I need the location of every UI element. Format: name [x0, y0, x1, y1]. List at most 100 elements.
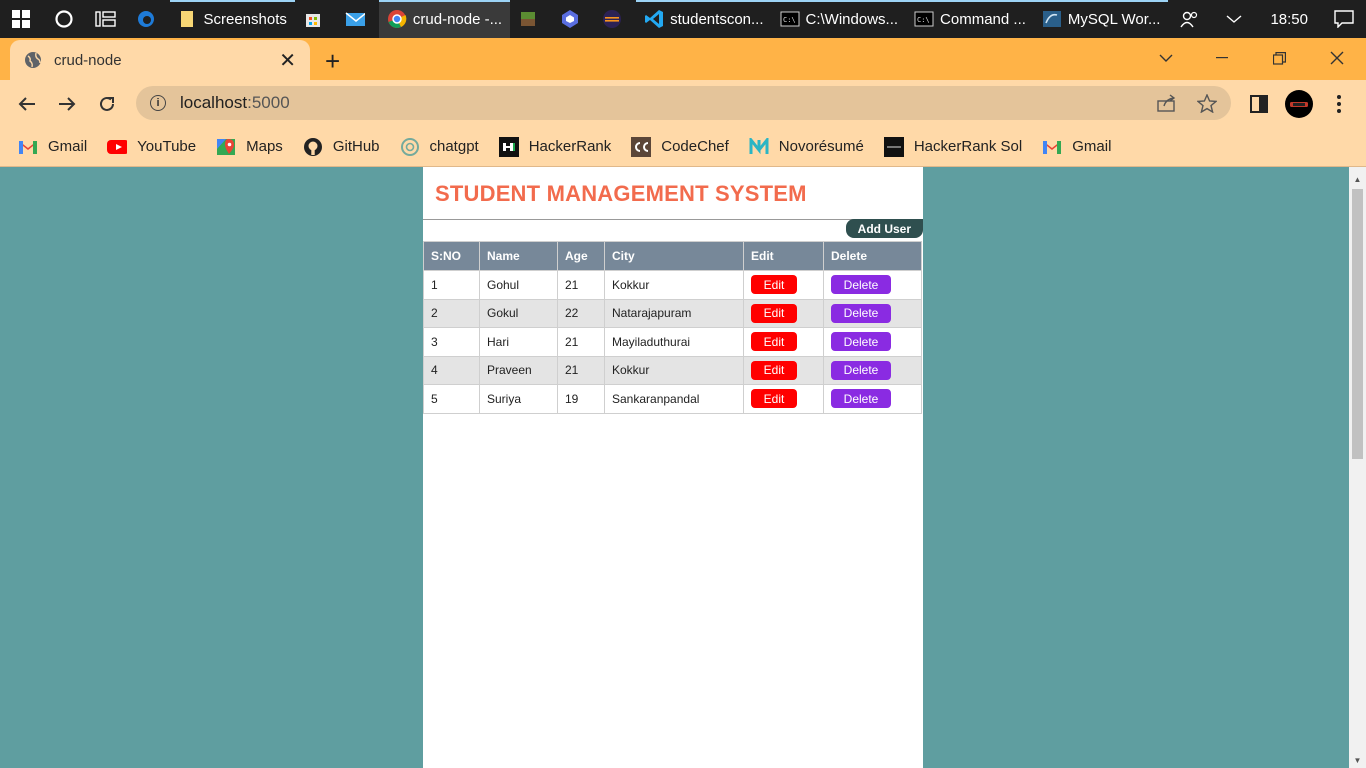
cell-age: 21 — [557, 355, 605, 385]
taskbar-app-label: Screenshots — [203, 10, 287, 28]
taskbar-app-minecraft[interactable] — [510, 0, 552, 38]
delete-button[interactable]: Delete — [831, 360, 891, 380]
bookmark-chatgpt[interactable]: chatgpt — [400, 137, 479, 157]
edit-button[interactable]: Edit — [751, 360, 797, 380]
bookmark-hackerrank-sol[interactable]: HackerRank Sol — [883, 136, 1023, 157]
bookmark-gmail[interactable]: Gmail — [18, 137, 87, 157]
taskbar-app-command[interactable]: C:\ Command ... — [906, 0, 1034, 38]
mysql-icon — [1042, 9, 1062, 29]
restore-button[interactable] — [1251, 38, 1307, 78]
bookmark-youtube[interactable]: YouTube — [107, 137, 196, 157]
bookmark-label: HackerRank — [528, 138, 612, 155]
cell-city: Natarajapuram — [604, 298, 744, 328]
reload-button[interactable] — [87, 84, 127, 124]
bookmark-novoresume[interactable]: Novorésumé — [749, 137, 864, 157]
bookmark-star-icon[interactable] — [1197, 93, 1217, 113]
cell-edit: Edit — [743, 384, 824, 414]
edit-button[interactable]: Edit — [751, 275, 797, 295]
scrollbar-thumb[interactable] — [1352, 189, 1363, 459]
tab-search-button[interactable] — [1138, 38, 1194, 78]
task-view-icon — [95, 11, 116, 27]
edit-button[interactable]: Edit — [751, 332, 797, 352]
cell-city: Kokkur — [604, 355, 744, 385]
cell-sno: 3 — [423, 327, 480, 357]
people-button[interactable] — [1168, 0, 1212, 38]
forward-button[interactable] — [47, 84, 87, 124]
back-button[interactable] — [7, 84, 47, 124]
url-host: localhost — [180, 93, 248, 112]
cell-name: Hari — [479, 327, 558, 357]
bookmark-label: Maps — [246, 138, 283, 155]
column-header-delete: Delete — [823, 241, 922, 271]
chrome-menu-button[interactable] — [1319, 84, 1359, 124]
scroll-down-arrow-icon[interactable]: ▼ — [1349, 752, 1366, 768]
bookmark-label: YouTube — [137, 138, 197, 155]
cell-delete: Delete — [823, 384, 922, 414]
chrome-icon — [387, 9, 407, 29]
taskbar-app-edge[interactable] — [128, 0, 170, 38]
edit-button[interactable]: Edit — [751, 303, 797, 323]
delete-button[interactable]: Delete — [831, 303, 891, 323]
share-icon[interactable] — [1157, 93, 1177, 112]
add-user-button[interactable]: Add User — [845, 219, 923, 238]
site-info-icon[interactable]: i — [150, 95, 166, 111]
back-arrow-icon — [18, 96, 35, 111]
scroll-up-arrow-icon[interactable]: ▲ — [1349, 171, 1366, 187]
task-view-button[interactable] — [85, 0, 128, 38]
vscode-icon — [644, 9, 664, 29]
delete-button[interactable]: Delete — [831, 275, 891, 295]
minimize-button[interactable] — [1194, 38, 1250, 78]
column-header-city: City — [604, 241, 744, 271]
table-row: 4 Praveen 21 Kokkur Edit Delete — [423, 355, 922, 385]
bookmark-codechef[interactable]: CodeChef — [631, 136, 729, 157]
taskbar-app-label: C:\Windows... — [805, 10, 899, 28]
cell-delete: Delete — [823, 327, 922, 357]
bookmark-label: HackerRank Sol — [913, 138, 1023, 155]
cortana-button[interactable] — [43, 0, 86, 38]
bookmark-gmail-2[interactable]: Gmail — [1042, 137, 1111, 157]
bookmark-github[interactable]: GitHub — [303, 137, 380, 157]
taskbar-app-mysql[interactable]: MySQL Wor... — [1033, 0, 1169, 38]
taskbar-app-store[interactable] — [295, 0, 337, 38]
reload-icon — [100, 96, 114, 111]
taskbar-app-screenshots[interactable]: Screenshots — [169, 0, 296, 38]
delete-button[interactable]: Delete — [831, 332, 891, 352]
table-row: 2 Gokul 22 Natarajapuram Edit Delete — [423, 298, 922, 328]
bookmark-hackerrank[interactable]: HackerRank — [498, 136, 612, 157]
side-panel-button[interactable] — [1239, 84, 1279, 124]
hackerrank-sol-icon — [883, 136, 904, 157]
cell-age: 21 — [557, 270, 605, 300]
app-icon — [560, 9, 580, 29]
taskbar-app-chrome[interactable]: crud-node -... — [378, 0, 511, 38]
new-tab-button[interactable]: + — [325, 46, 340, 77]
bookmark-label: GitHub — [332, 138, 380, 155]
svg-text:C:\: C:\ — [783, 16, 796, 24]
edit-button[interactable]: Edit — [751, 389, 797, 409]
browser-tab[interactable]: crud-node ✕ — [10, 40, 310, 80]
bookmark-maps[interactable]: Maps — [216, 137, 283, 157]
close-window-button[interactable] — [1309, 38, 1365, 78]
taskbar-app-eclipse[interactable] — [594, 0, 636, 38]
page-scrollbar[interactable]: ▲ ▼ — [1349, 167, 1366, 768]
taskbar-clock[interactable]: 18:50 — [1256, 11, 1322, 28]
taskbar-app-mail[interactable] — [337, 0, 379, 38]
column-header-name: Name — [479, 241, 558, 271]
eclipse-icon — [602, 9, 622, 29]
show-hidden-icons-button[interactable] — [1212, 0, 1256, 38]
novoresume-icon — [749, 137, 769, 157]
address-bar[interactable]: i localhost:5000 — [136, 86, 1231, 120]
start-button[interactable] — [0, 0, 43, 38]
avatar — [1285, 89, 1313, 118]
profile-button[interactable] — [1279, 84, 1319, 124]
column-header-sno: S:NO — [423, 241, 480, 271]
taskbar-app-vscode[interactable]: studentscon... — [636, 0, 772, 38]
action-center-button[interactable] — [1322, 0, 1366, 38]
globe-icon — [25, 52, 41, 68]
close-tab-icon[interactable]: ✕ — [279, 48, 296, 73]
delete-button[interactable]: Delete — [831, 389, 891, 409]
chatgpt-icon — [400, 137, 420, 157]
taskbar-app-label: MySQL Wor... — [1067, 10, 1161, 28]
cell-city: Kokkur — [604, 270, 744, 300]
taskbar-app-generic[interactable] — [552, 0, 594, 38]
taskbar-app-cmd-windows[interactable]: C:\ C:\Windows... — [771, 0, 907, 38]
